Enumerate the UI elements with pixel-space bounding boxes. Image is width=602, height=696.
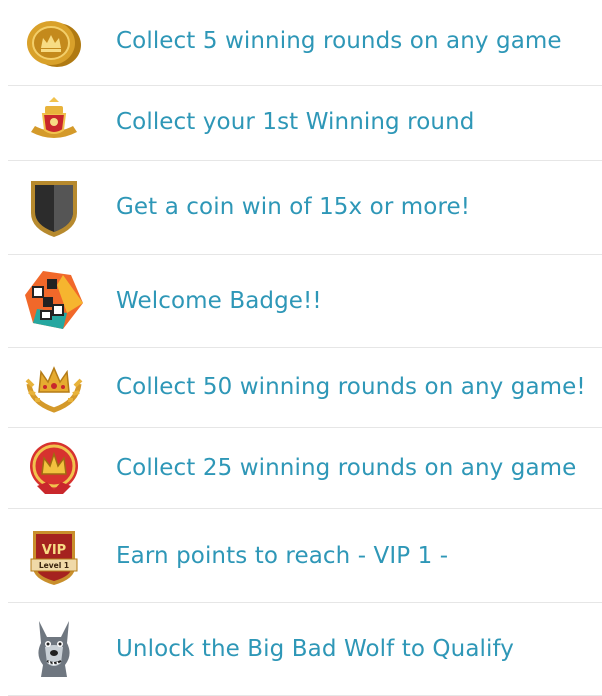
crest-trophy-icon [23,92,85,154]
gold-coins-icon [23,12,85,74]
achievement-label: Collect 25 winning rounds on any game [116,455,577,481]
achievement-row-5-wins[interactable]: Collect 5 winning rounds on any game [8,0,602,86]
achievement-label: Unlock the Big Bad Wolf to Qualify [116,636,514,662]
vip-badge-title: VIP [42,543,66,558]
vip-badge-subtitle: Level 1 [39,561,69,570]
achievement-row-coin-win-15x[interactable]: Get a coin win of 15x or more! [8,161,602,255]
achievement-label: Get a coin win of 15x or more! [116,194,471,220]
achievement-row-welcome-badge[interactable]: Welcome Badge!! [8,255,602,348]
achievement-label: Collect 5 winning rounds on any game [116,28,562,54]
achievement-row-vip-1[interactable]: VIP Level 1 Earn points to reach - VIP 1… [8,509,602,603]
laurel-crown-icon [23,356,85,418]
red-crown-emblem-icon [23,436,85,498]
achievement-label: Collect 50 winning rounds on any game! [116,374,586,400]
vip-level-1-badge-icon: VIP Level 1 [23,525,85,587]
achievement-label: Welcome Badge!! [116,288,322,314]
shield-icon [23,177,85,239]
achievement-row-1st-win[interactable]: Collect your 1st Winning round [8,86,602,161]
achievement-label: Collect your 1st Winning round [116,109,475,135]
achievement-row-big-bad-wolf[interactable]: Unlock the Big Bad Wolf to Qualify [8,603,602,696]
achievement-row-50-wins[interactable]: Collect 50 winning rounds on any game! [8,348,602,428]
big-bad-wolf-icon [23,617,85,679]
achievement-row-25-wins[interactable]: Collect 25 winning rounds on any game [8,428,602,509]
achievement-label: Earn points to reach - VIP 1 - [116,543,449,569]
welcome-cubes-icon [23,269,85,331]
